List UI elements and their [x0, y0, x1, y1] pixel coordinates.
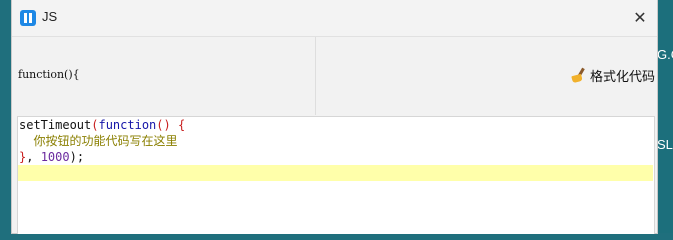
window-title: JS	[42, 9, 58, 24]
code-line-1[interactable]: setTimeout(function() {	[18, 117, 653, 133]
format-code-button[interactable]: 格式化代码	[570, 66, 656, 85]
broom-icon	[570, 67, 586, 84]
function-label: function(){	[18, 68, 80, 81]
code-line-active[interactable]	[18, 165, 653, 181]
code-token-function-name: setTimeout	[19, 118, 92, 132]
code-editor[interactable]: setTimeout(function() { 你按钮的功能代码写在这里 }, …	[17, 116, 655, 234]
title-bar[interactable]: JS ✕	[12, 0, 657, 37]
code-token-comment: 你按钮的功能代码写在这里	[19, 134, 178, 148]
code-token-brace: () {	[156, 118, 186, 132]
code-line-2[interactable]: 你按钮的功能代码写在这里	[18, 133, 653, 149]
format-code-label: 格式化代码	[590, 69, 656, 85]
app-icon	[20, 10, 36, 26]
close-icon[interactable]: ✕	[630, 8, 650, 28]
code-token-end: );	[69, 150, 85, 164]
background-text-1: G.C	[657, 47, 673, 62]
code-token-number: 1000	[40, 150, 70, 164]
background-app-right	[657, 0, 673, 233]
code-token-keyword: function	[98, 118, 157, 132]
js-dialog-window: JS ✕ function(){ 格式化代码 setTimeout(functi…	[12, 0, 657, 234]
background-text-2: SL	[657, 137, 673, 152]
background-app-left	[0, 0, 12, 233]
code-line-3[interactable]: }, 1000);	[18, 149, 653, 165]
code-token-comma: ,	[26, 150, 41, 164]
